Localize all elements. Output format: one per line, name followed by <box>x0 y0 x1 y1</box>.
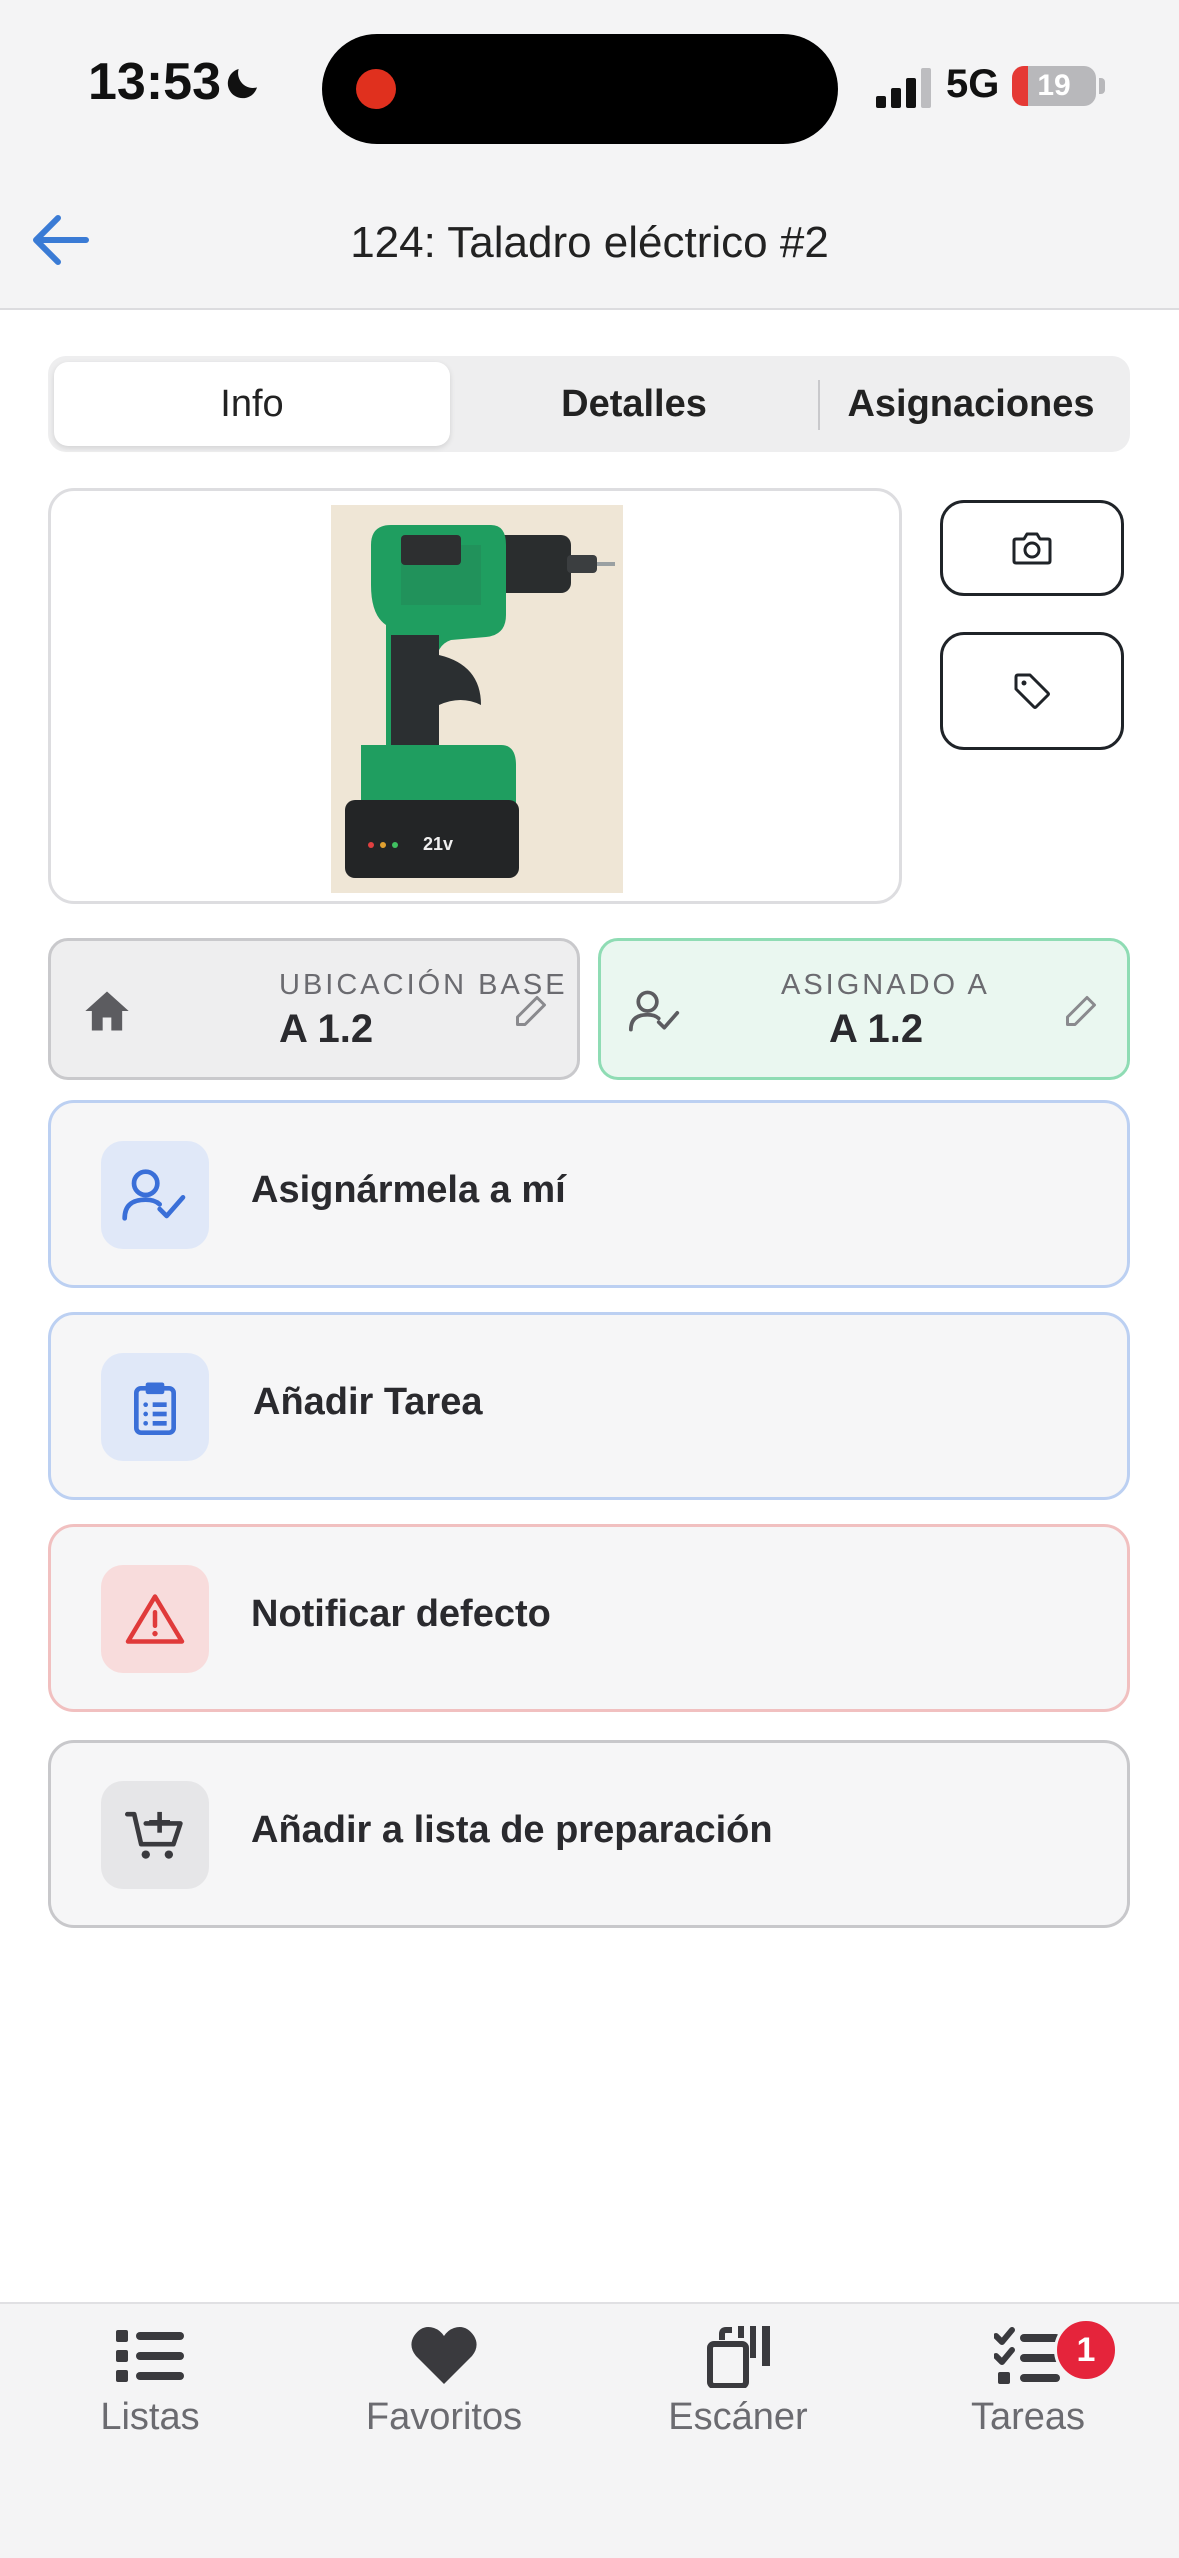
segmented-tabs: Info Detalles Asignaciones <box>48 356 1130 452</box>
action-icon-box <box>101 1565 209 1673</box>
tasks-icon <box>994 2327 1060 2384</box>
nav-escaner[interactable]: Escáner <box>618 2318 858 2458</box>
page-title: 124: Taladro eléctrico #2 <box>350 218 829 267</box>
nav-escaner-label: Escáner <box>668 2396 808 2438</box>
nav-listas[interactable]: Listas <box>30 2318 270 2458</box>
tab-asignaciones[interactable]: Asignaciones <box>818 362 1124 446</box>
battery-indicator: 19 <box>1012 66 1096 106</box>
pencil-icon[interactable] <box>1063 993 1099 1029</box>
battery-level: 19 <box>1037 69 1071 102</box>
nav-tareas[interactable]: Tareas 1 <box>908 2318 1148 2458</box>
recording-indicator <box>356 69 396 109</box>
tag-button[interactable] <box>940 632 1124 750</box>
warning-triangle-icon <box>125 1594 185 1644</box>
drill-illustration: 21v <box>331 505 623 893</box>
tab-detalles[interactable]: Detalles <box>454 362 814 446</box>
nav-tareas-label: Tareas <box>970 2396 1086 2438</box>
add-to-prep-list-label: Añadir a lista de preparación <box>251 1809 773 1851</box>
assign-to-me-label: Asignármela a mí <box>251 1169 566 1211</box>
add-to-prep-list-button[interactable]: Añadir a lista de preparación <box>48 1740 1130 1928</box>
report-defect-label: Notificar defecto <box>251 1593 551 1635</box>
action-icon-box <box>101 1141 209 1249</box>
tab-info[interactable]: Info <box>54 362 450 446</box>
action-icon-box <box>101 1353 209 1461</box>
cart-plus-icon <box>125 1811 183 1859</box>
camera-icon <box>1012 532 1052 565</box>
status-bar: 13:53 5G 19 <box>0 0 1179 170</box>
add-task-button[interactable]: Añadir Tarea <box>48 1312 1130 1500</box>
report-defect-button[interactable]: Notificar defecto <box>48 1524 1130 1712</box>
signal-icon <box>876 68 931 108</box>
user-check-icon <box>122 1169 186 1221</box>
notification-badge: 1 <box>1054 2318 1118 2382</box>
drill-voltage-label: 21v <box>423 834 453 854</box>
heart-icon <box>411 2327 477 2384</box>
list-icon <box>116 2330 184 2382</box>
battery-tip <box>1099 78 1105 94</box>
assign-to-me-button[interactable]: Asignármela a mí <box>48 1100 1130 1288</box>
nav-header: 124: Taladro eléctrico #2 <box>0 170 1179 310</box>
dynamic-island <box>322 34 838 144</box>
assigned-to-card[interactable]: ASIGNADO A A 1.2 <box>598 938 1130 1080</box>
scanner-icon <box>707 2326 770 2388</box>
assigned-to-value: A 1.2 <box>829 1007 924 1051</box>
clipboard-list-icon <box>134 1382 176 1435</box>
user-check-icon <box>629 990 680 1032</box>
action-icon-box <box>101 1781 209 1889</box>
bottom-tab-bar: Listas Favoritos Escáner Tareas 1 <box>0 2302 1179 2558</box>
base-location-card[interactable]: UBICACIÓN BASE A 1.2 <box>48 938 580 1080</box>
nav-listas-label: Listas <box>100 2396 200 2438</box>
item-image-card[interactable]: 21v <box>48 488 902 904</box>
network-type: 5G <box>946 62 1000 106</box>
nav-favoritos[interactable]: Favoritos <box>324 2318 564 2458</box>
moon-icon <box>227 69 257 99</box>
add-task-label: Añadir Tarea <box>253 1381 483 1423</box>
tag-icon <box>1014 673 1050 709</box>
assigned-to-label: ASIGNADO A <box>781 969 990 1001</box>
nav-favoritos-label: Favoritos <box>365 2396 523 2438</box>
item-photo: 21v <box>331 505 623 893</box>
status-time: 13:53 <box>88 53 221 111</box>
base-location-value: A 1.2 <box>279 1007 374 1051</box>
pencil-icon[interactable] <box>513 993 549 1029</box>
camera-button[interactable] <box>940 500 1124 596</box>
home-icon <box>85 991 129 1031</box>
